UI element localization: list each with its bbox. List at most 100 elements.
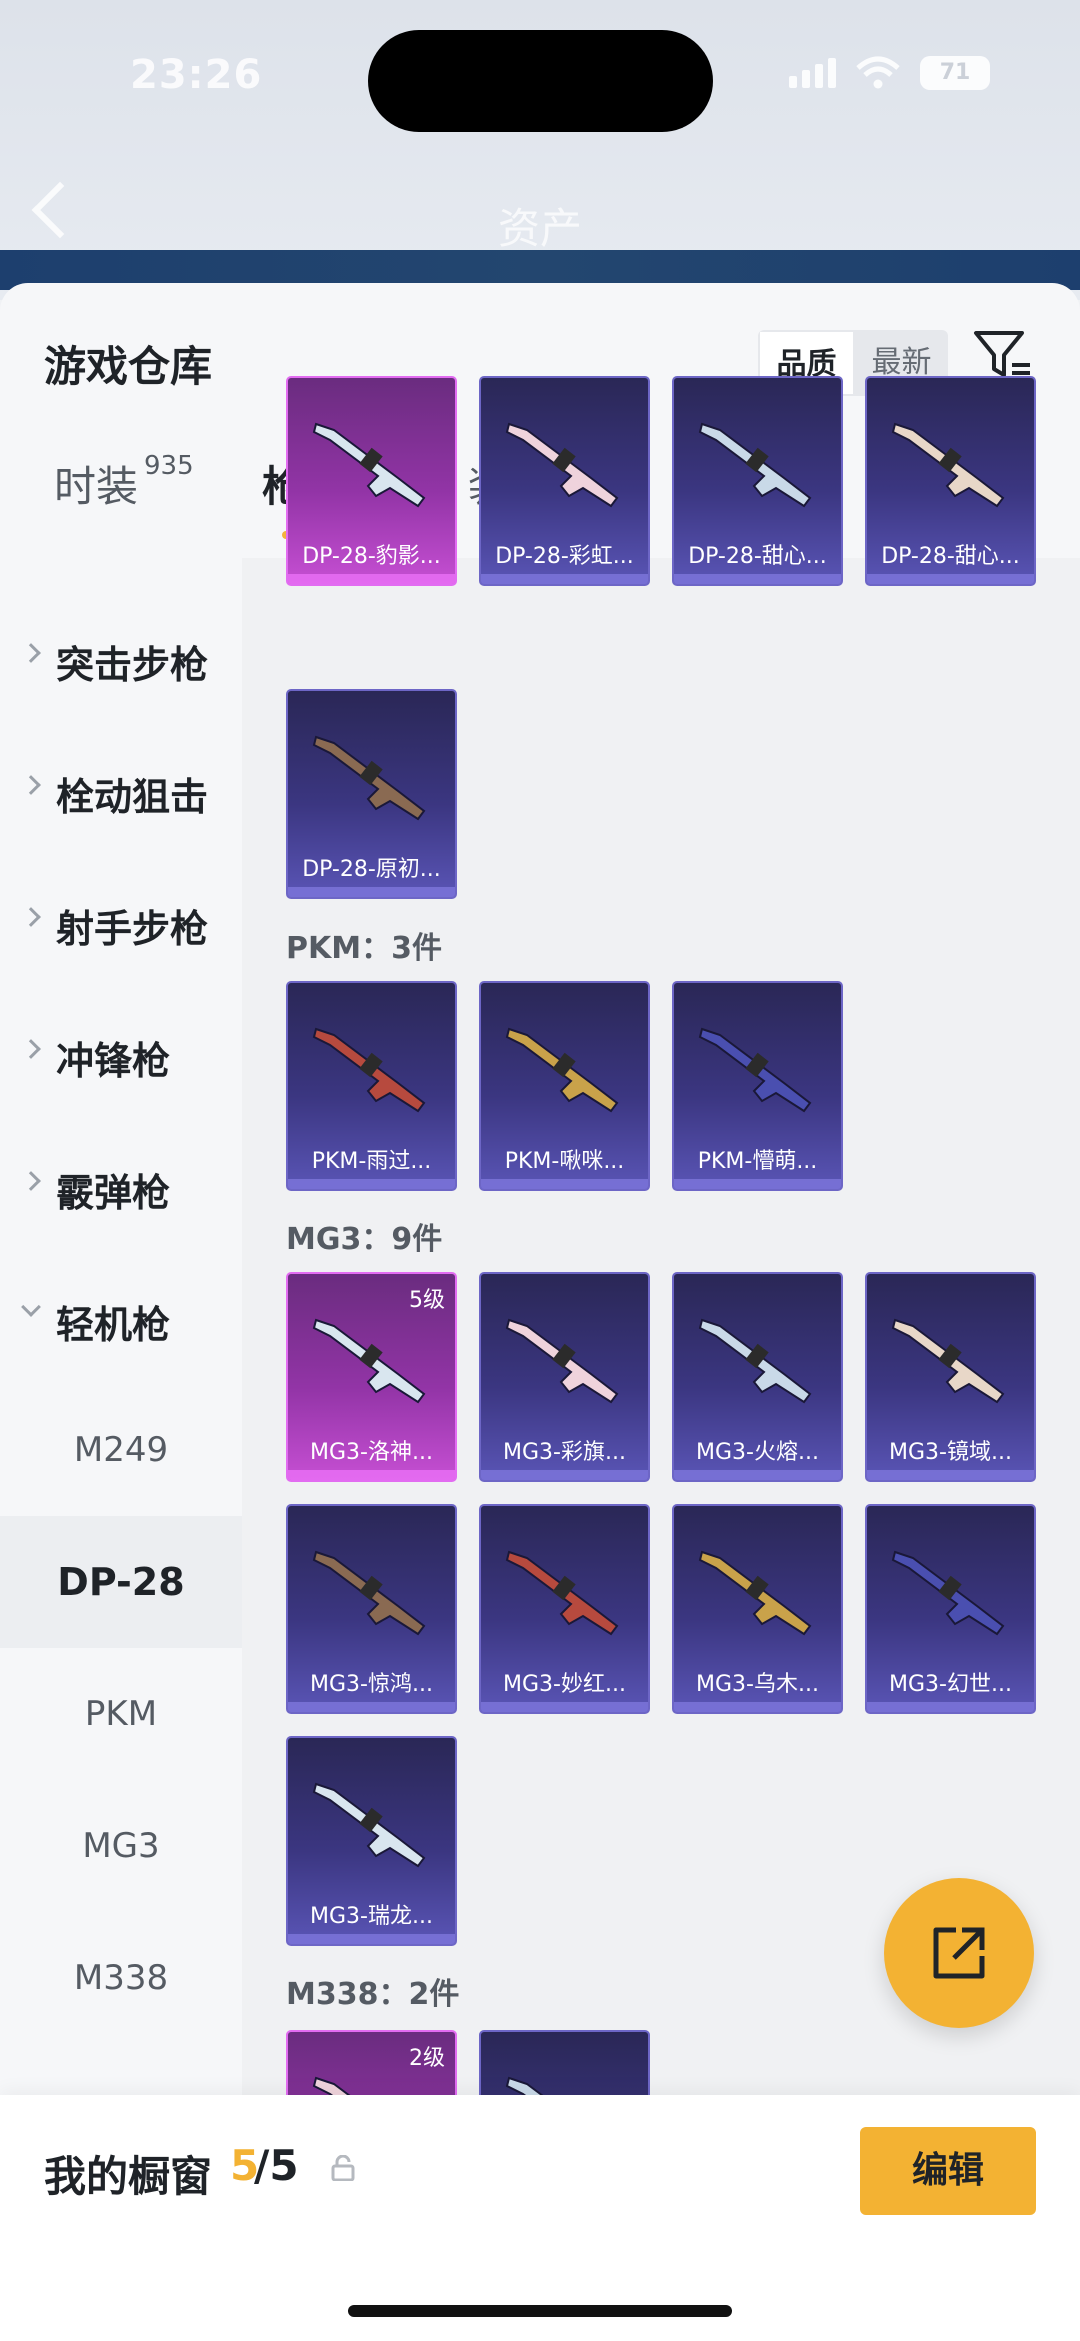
skin-name: DP-28-豹影... [302, 544, 441, 569]
tab-fashion[interactable]: 时装 935 [54, 451, 194, 514]
rarity-strip [867, 1702, 1034, 1712]
rarity-strip [288, 887, 455, 897]
weapon-icon [891, 1318, 1005, 1404]
sidebar-item-label: 突击步枪 [56, 643, 209, 687]
showcase-bar: 我的橱窗 5 /5 编辑 [0, 2095, 1080, 2341]
weapon-icon [698, 1550, 812, 1636]
rarity-strip [288, 1179, 455, 1189]
skin-card[interactable]: PKM-懵萌... [672, 981, 843, 1191]
rarity-strip [288, 574, 455, 584]
weapon-icon [505, 1318, 619, 1404]
skin-name: DP-28-彩虹... [495, 544, 634, 569]
skin-name: DP-28-甜心... [688, 544, 827, 569]
skin-card[interactable]: MG3-火熔... [672, 1272, 843, 1482]
share-button[interactable] [884, 1878, 1034, 2028]
rarity-strip [481, 1702, 648, 1712]
skin-card[interactable]: MG3-彩旗... [479, 1272, 650, 1482]
skin-card[interactable]: MG3-乌木... [672, 1504, 843, 1714]
skin-card[interactable]: PKM-雨过... [286, 981, 457, 1191]
skin-name: MG3-镜域... [889, 1440, 1012, 1465]
rarity-strip [674, 1702, 841, 1712]
chevron-right-icon [21, 643, 41, 663]
skin-card[interactable]: PKM-啾咪... [479, 981, 650, 1191]
chevron-right-icon [21, 907, 41, 927]
section-header-mg3: MG3：9件 [286, 1222, 443, 1257]
signal-icon [789, 58, 836, 88]
wifi-icon [856, 56, 900, 89]
sidebar-item-marksman[interactable]: 射手步枪 [0, 856, 242, 988]
weapon-icon [505, 1027, 619, 1113]
rarity-strip [481, 574, 648, 584]
skin-name: PKM-雨过... [311, 1149, 432, 1174]
chevron-down-icon [21, 1297, 41, 1317]
sidebar-item-label: 冲锋枪 [56, 1039, 171, 1083]
weapon-icon [312, 1550, 426, 1636]
skin-card[interactable]: DP-28-豹影... [286, 376, 457, 586]
page-title: 资产 [497, 204, 582, 253]
skin-card[interactable]: DP-28-甜心... [672, 376, 843, 586]
sidebar-subitem-pkm[interactable]: PKM [0, 1648, 242, 1780]
skin-name: DP-28-甜心... [881, 544, 1020, 569]
skin-name: MG3-洛神... [310, 1440, 433, 1465]
rarity-strip [288, 1470, 455, 1480]
skin-name: PKM-啾咪... [504, 1149, 625, 1174]
skin-name: MG3-妙红... [503, 1672, 626, 1697]
status-indicators: 71 [789, 56, 990, 90]
sidebar-item-assault-rifle[interactable]: 突击步枪 [0, 592, 242, 724]
status-time: 23:26 [130, 52, 263, 98]
level-badge: 2级 [409, 2046, 445, 2071]
edit-button[interactable]: 编辑 [860, 2127, 1036, 2215]
skin-card[interactable]: 5级 MG3-洛神... [286, 1272, 457, 1482]
weapon-icon [698, 1027, 812, 1113]
sidebar-item-shotgun[interactable]: 霰弹枪 [0, 1120, 242, 1252]
skin-name: MG3-幻世... [889, 1672, 1012, 1697]
skin-card[interactable]: MG3-惊鸿... [286, 1504, 457, 1714]
sidebar-item-bolt-sniper[interactable]: 栓动狙击 [0, 724, 242, 856]
skin-card[interactable]: MG3-镜域... [865, 1272, 1036, 1482]
weapon-icon [312, 1318, 426, 1404]
skin-name: MG3-瑞龙... [310, 1904, 433, 1929]
sidebar-item-label: 射手步枪 [56, 907, 209, 951]
sidebar-item-lmg[interactable]: 轻机枪 [0, 1252, 242, 1384]
sidebar-subitem-m338[interactable]: M338 [0, 1912, 242, 2044]
skin-card[interactable]: DP-28-甜心... [865, 376, 1036, 586]
skin-card[interactable]: DP-28-彩虹... [479, 376, 650, 586]
skin-name: MG3-彩旗... [503, 1440, 626, 1465]
skin-card[interactable]: MG3-幻世... [865, 1504, 1036, 1714]
skin-name: DP-28-原初... [302, 857, 441, 882]
skin-card[interactable]: MG3-妙红... [479, 1504, 650, 1714]
dynamic-island [368, 30, 713, 132]
rarity-strip [481, 1179, 648, 1189]
weapon-icon [312, 1782, 426, 1868]
rarity-strip [674, 1179, 841, 1189]
sidebar-subitem-dp28[interactable]: DP-28 [0, 1516, 242, 1648]
sheet-title: 游戏仓库 [44, 342, 213, 391]
showcase-label: 我的橱窗 [44, 2152, 213, 2201]
sidebar-subitem-mg3[interactable]: MG3 [0, 1780, 242, 1912]
rarity-strip [481, 1470, 648, 1480]
battery-indicator: 71 [920, 56, 990, 90]
skin-name: PKM-懵萌... [697, 1149, 818, 1174]
level-badge: 5级 [409, 1288, 445, 1313]
weapon-icon [312, 422, 426, 508]
skin-name: MG3-惊鸿... [310, 1672, 433, 1697]
sidebar-subitem-m249[interactable]: M249 [0, 1384, 242, 1516]
skin-card[interactable]: DP-28-原初... [286, 689, 457, 899]
rarity-strip [288, 1702, 455, 1712]
skin-card[interactable]: MG3-瑞龙... [286, 1736, 457, 1946]
sidebar-item-label: 霰弹枪 [56, 1171, 171, 1215]
chevron-right-icon [21, 1171, 41, 1191]
section-header-pkm: PKM：3件 [286, 931, 442, 966]
sidebar-item-label: 轻机枪 [56, 1303, 171, 1347]
weapon-icon [891, 422, 1005, 508]
weapon-icon [505, 422, 619, 508]
chevron-right-icon [21, 775, 41, 795]
rarity-strip [867, 1470, 1034, 1480]
weapon-icon [698, 1318, 812, 1404]
lock-icon [331, 2155, 355, 2181]
sidebar-item-smg[interactable]: 冲锋枪 [0, 988, 242, 1120]
weapon-icon [312, 1027, 426, 1113]
weapon-icon [505, 1550, 619, 1636]
skin-name: MG3-乌木... [696, 1672, 819, 1697]
skin-name: MG3-火熔... [696, 1440, 819, 1465]
